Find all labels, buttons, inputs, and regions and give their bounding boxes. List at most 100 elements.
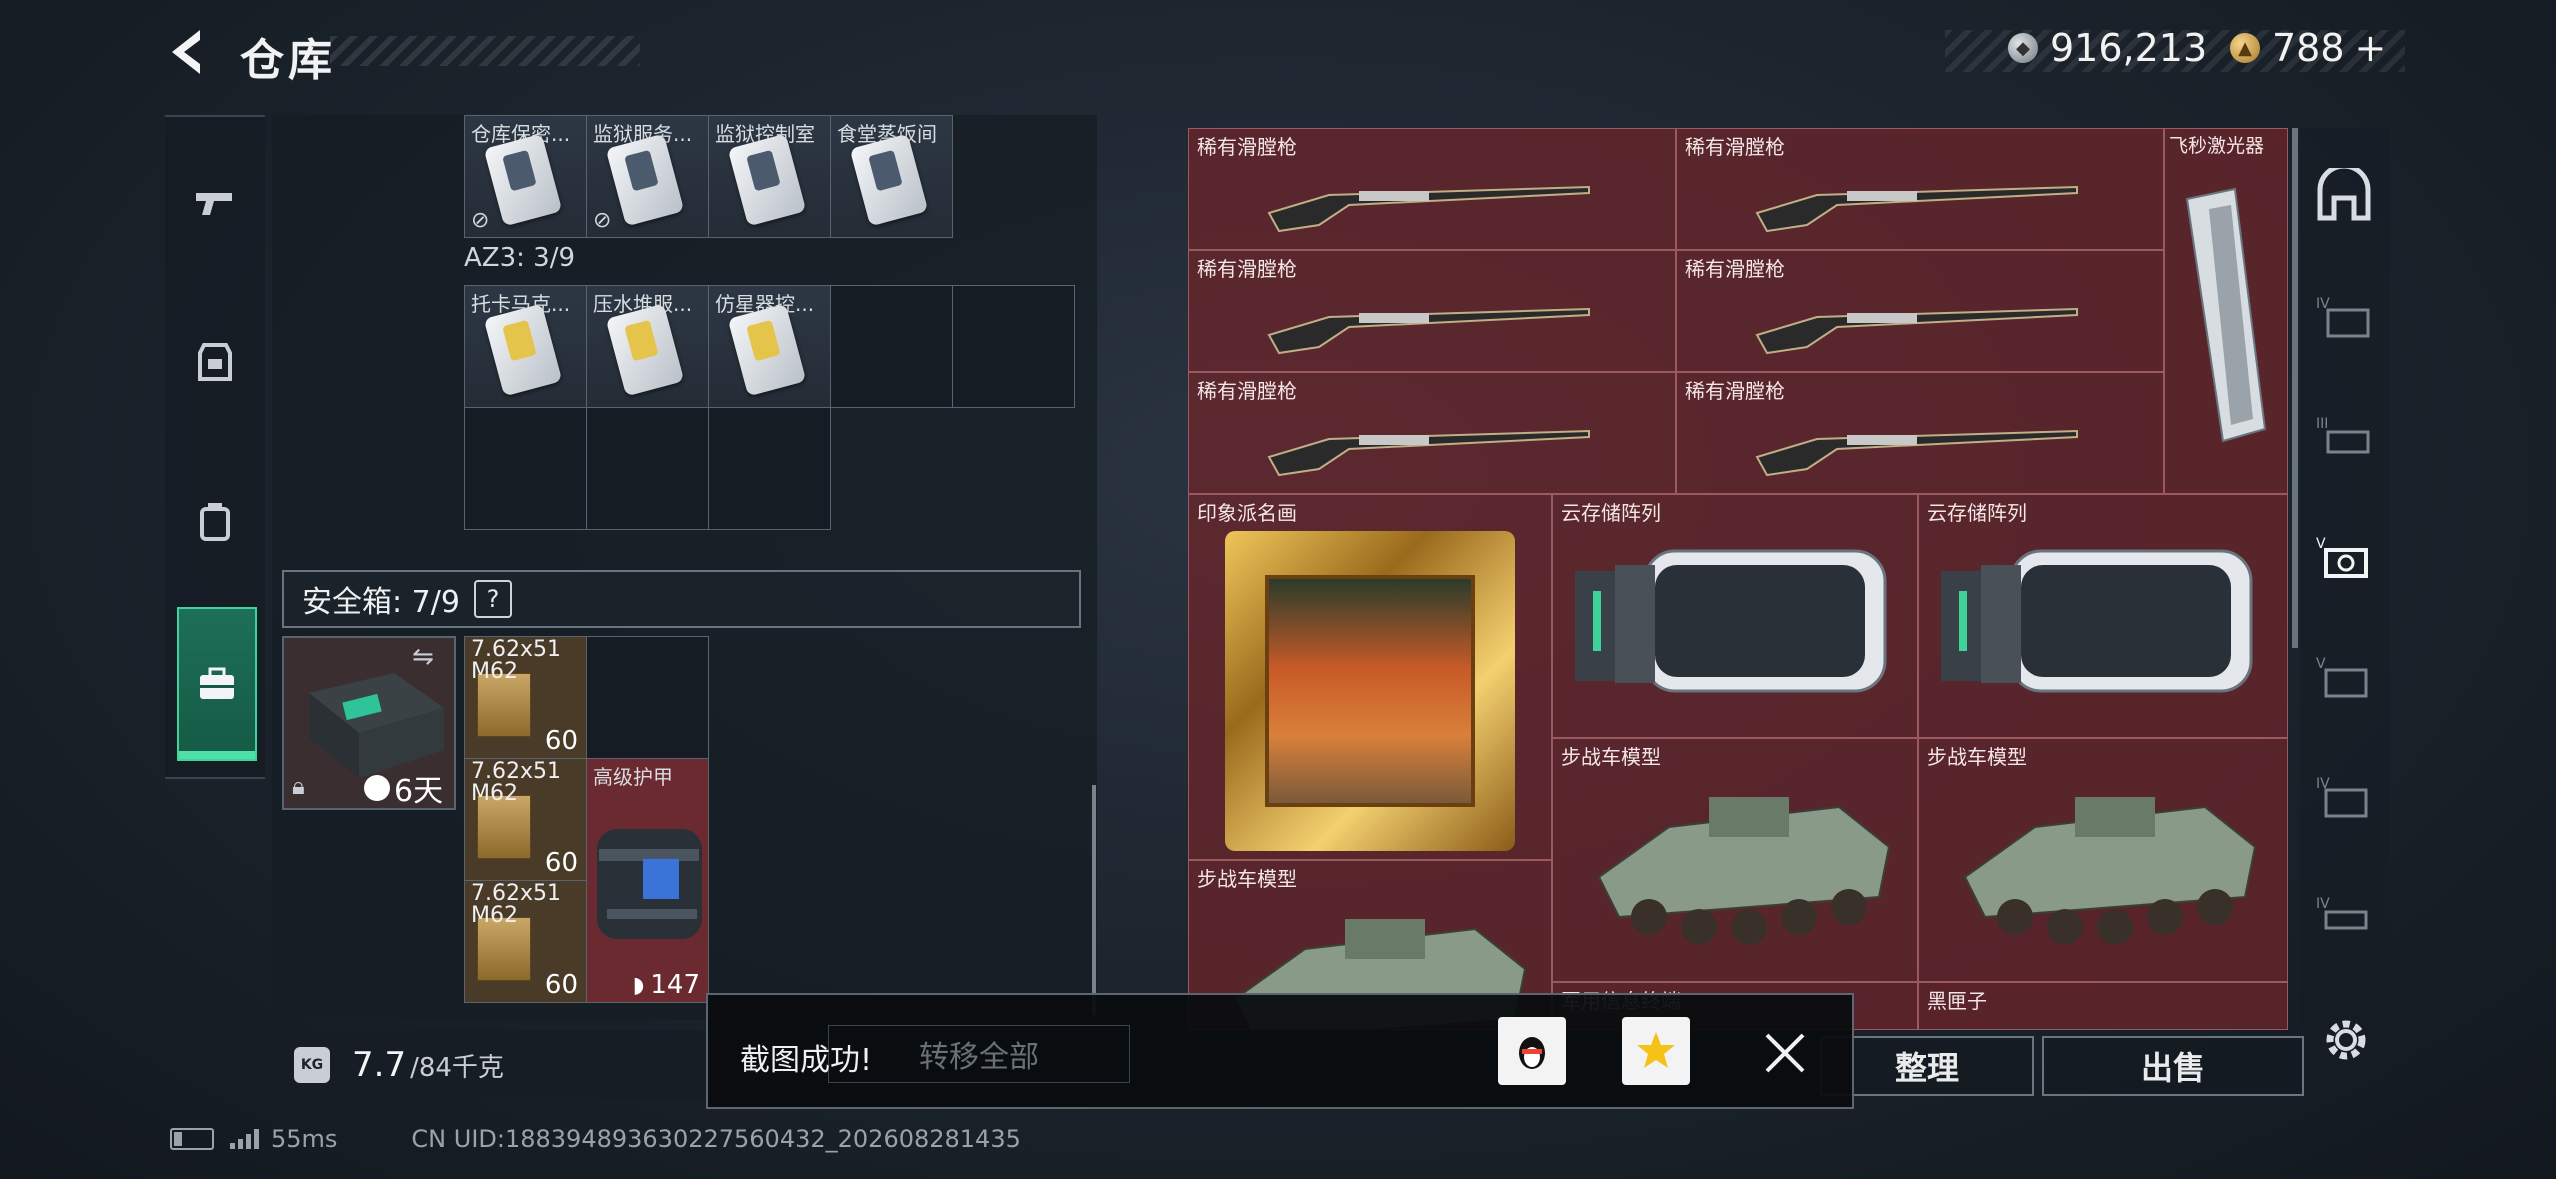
- rail-weapons[interactable]: [177, 127, 253, 277]
- share-qq-button[interactable]: [1498, 1017, 1566, 1085]
- lock-icon: 🔒︎: [292, 772, 305, 800]
- add-gold-button[interactable]: +: [2355, 26, 2387, 70]
- key-item[interactable]: 监狱服务... ⊘: [587, 116, 709, 238]
- gear-icon: [2326, 1020, 2366, 1060]
- back-button[interactable]: [160, 22, 220, 82]
- empty-slot[interactable]: [587, 637, 709, 759]
- musket-icon: [1755, 429, 2078, 477]
- stash-item-laser[interactable]: 飞秒激光器: [2164, 128, 2288, 494]
- close-icon[interactable]: [1763, 1031, 1807, 1075]
- armor-bag-icon: [597, 829, 702, 939]
- stash-item-server[interactable]: 云存储阵列: [1552, 494, 1918, 738]
- stash-page-home[interactable]: [2314, 163, 2374, 228]
- empty-slot[interactable]: [831, 286, 953, 408]
- help-button[interactable]: ?: [473, 580, 512, 618]
- sell-button[interactable]: 出售: [2042, 1036, 2304, 1096]
- clock-icon: [364, 775, 390, 801]
- stash-scrollbar[interactable]: [2292, 128, 2298, 648]
- svg-text:IV: IV: [2316, 896, 2330, 912]
- armor-item[interactable]: 高级护甲 ◗ 147: [587, 759, 709, 1003]
- keycard-icon: [483, 303, 563, 397]
- no-link-icon: ⊘: [593, 208, 612, 233]
- stash-page-rail: IV III V V IV IV: [2300, 128, 2390, 1028]
- empty-slot[interactable]: [953, 286, 1075, 408]
- rail-safe-box[interactable]: [177, 607, 257, 761]
- timer: 6天: [364, 766, 443, 810]
- server-array-icon: [1941, 549, 2253, 693]
- page-tier-icon: III: [2316, 416, 2370, 454]
- stash-item-ifv[interactable]: 步战车模型: [1918, 738, 2288, 982]
- ammo-item[interactable]: 7.62x51 M62 60: [465, 881, 587, 1003]
- weight-bar: KG 7.7 /84千克: [272, 1030, 722, 1100]
- backpack-icon: [200, 503, 230, 541]
- stash-item-rifle[interactable]: 稀有滑膛枪: [1676, 372, 2164, 494]
- painting-frame-icon: [1225, 531, 1515, 851]
- share-qzone-button[interactable]: [1622, 1017, 1690, 1085]
- safe-box-capacity: 安全箱: 7/9: [302, 585, 460, 620]
- stash-item-rifle[interactable]: 稀有滑膛枪: [1676, 250, 2164, 372]
- key-item[interactable]: 食堂蒸饭间: [831, 116, 953, 238]
- key-item[interactable]: 压水堆服...: [587, 286, 709, 408]
- keycard-icon: [727, 303, 807, 397]
- stash-item-rifle[interactable]: 稀有滑膛枪: [1188, 250, 1676, 372]
- key-item[interactable]: 仓库保密... ⊘: [465, 116, 587, 238]
- keycard-icon: [483, 133, 563, 227]
- empty-slot[interactable]: [465, 408, 587, 530]
- musket-icon: [1755, 185, 2078, 233]
- stash-page-4c[interactable]: IV: [2314, 888, 2374, 948]
- stash-page-4b[interactable]: IV: [2314, 768, 2374, 828]
- page-tier-icon: V: [2316, 536, 2368, 578]
- musket-icon: [1267, 185, 1590, 233]
- ammo-item[interactable]: 7.62x51 M62 60: [465, 759, 587, 881]
- safe-box-item[interactable]: ⇋ 🔒︎ 6天: [282, 636, 456, 810]
- swap-icon[interactable]: ⇋: [412, 642, 434, 672]
- stash-item-rifle[interactable]: 稀有滑膛枪: [1188, 128, 1676, 250]
- rail-armor[interactable]: [177, 287, 253, 437]
- ammo-item[interactable]: 7.62x51 M62 60: [465, 637, 587, 759]
- stash-panel: 稀有滑膛枪 稀有滑膛枪 稀有滑膛枪 稀有滑膛枪 稀有滑膛枪 稀有滑膛枪 飞秒激光…: [1188, 128, 2298, 1030]
- keycard-icon: [849, 133, 929, 227]
- stash-page-4a[interactable]: IV: [2314, 288, 2374, 348]
- musket-icon: [1267, 307, 1590, 355]
- settings-button[interactable]: [2318, 1012, 2374, 1068]
- key-item[interactable]: 监狱控制室: [709, 116, 831, 238]
- pistol-icon: [196, 193, 232, 215]
- back-arrow-icon: [172, 30, 200, 74]
- armor-icon: [198, 343, 232, 381]
- toast-message: 截图成功!: [740, 1043, 873, 1078]
- stash-item-server[interactable]: 云存储阵列: [1918, 494, 2288, 738]
- stash-item-rifle[interactable]: 稀有滑膛枪: [1188, 372, 1676, 494]
- stash-page-3[interactable]: III: [2314, 408, 2374, 468]
- safe-box-header: 安全箱: 7/9 ?: [282, 570, 1081, 628]
- key-item[interactable]: 托卡马克...: [465, 286, 587, 408]
- key-item[interactable]: 仿星器控...: [709, 286, 831, 408]
- musket-icon: [1755, 307, 2078, 355]
- gold-amount: 788: [2272, 26, 2345, 70]
- stash-page-current[interactable]: V: [2314, 528, 2374, 588]
- keycard-icon: [605, 303, 685, 397]
- gold-coin-icon: ▲: [2230, 33, 2260, 63]
- stash-item-rifle[interactable]: 稀有滑膛枪: [1676, 128, 2164, 250]
- empty-slot[interactable]: [709, 408, 831, 530]
- ping: 55ms: [271, 1125, 338, 1153]
- stash-item-black-box[interactable]: 黑匣子: [1918, 982, 2288, 1030]
- page-tier-icon: IV: [2316, 296, 2370, 338]
- silver-currency: ◆ 916,213: [2008, 26, 2207, 70]
- ifv-model-icon: [1597, 797, 1891, 945]
- screenshot-toast: 转移全部 截图成功!: [706, 993, 1854, 1109]
- weight-icon: KG: [294, 1047, 330, 1083]
- stash-item-painting[interactable]: 印象派名画: [1188, 494, 1552, 860]
- stash-page-5[interactable]: V: [2314, 648, 2374, 708]
- page-tier-icon: IV: [2316, 776, 2368, 818]
- rail-backpack[interactable]: [177, 447, 253, 597]
- stash-item-ifv[interactable]: 步战车模型: [1552, 738, 1918, 982]
- transfer-all-button[interactable]: 转移全部: [828, 1025, 1130, 1083]
- page-tier-icon: V: [2316, 656, 2368, 698]
- weight-unit: /84千克: [410, 1052, 504, 1083]
- safe-box-grid: 7.62x51 M62 60 7.62x51 M62 60 高级护甲 ◗ 147…: [464, 636, 709, 1003]
- scrollbar[interactable]: [1092, 785, 1096, 1015]
- gold-currency[interactable]: ▲ 788 +: [2230, 26, 2386, 70]
- uid: CN UID:18839489363022756043​2_2026082814…: [411, 1125, 1021, 1153]
- empty-slot[interactable]: [587, 408, 709, 530]
- category-rail: [165, 115, 265, 779]
